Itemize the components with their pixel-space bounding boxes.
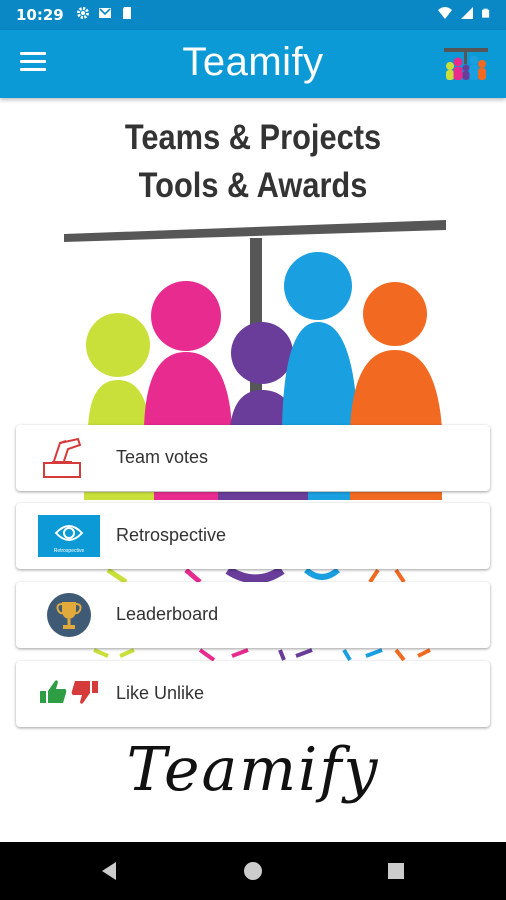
gear-icon <box>77 7 89 19</box>
retrospective-eye-icon: Retrospective <box>38 515 100 557</box>
battery-icon <box>482 8 490 18</box>
app-bar: Teamify <box>0 30 506 98</box>
status-icons-right <box>438 6 492 20</box>
teamify-logo-icon[interactable] <box>444 46 488 82</box>
trophy-icon <box>47 593 91 637</box>
menu-item-label: Leaderboard <box>116 604 219 624</box>
menu-item-label: Retrospective <box>116 525 227 545</box>
ballot-vote-icon <box>43 437 82 478</box>
menu-item-retrospective[interactable]: Retrospective Retrospective <box>16 503 490 569</box>
signal-icon <box>461 7 473 19</box>
nav-bar <box>0 842 506 900</box>
menu-item-like-unlike[interactable]: Like Unlike <box>16 661 490 727</box>
gmail-icon <box>99 8 111 18</box>
home-icon[interactable] <box>241 859 265 883</box>
menu-item-label: Team votes <box>116 447 209 467</box>
sd-card-icon <box>123 7 131 19</box>
status-icons-left <box>76 6 134 20</box>
menu-item-label: Like Unlike <box>116 683 205 703</box>
retrospective-icon-text: Retrospective <box>54 548 85 554</box>
back-icon[interactable] <box>98 859 122 883</box>
menu-item-team-votes[interactable]: Team votes <box>16 425 490 491</box>
app-title: Teamify <box>182 40 324 84</box>
wifi-icon <box>438 7 452 19</box>
recents-icon[interactable] <box>384 859 408 883</box>
headline-line2: Tools & Awards <box>138 166 368 205</box>
headline-line1: Teams & Projects <box>124 118 382 157</box>
footer-wordmark: Teamify <box>126 735 380 805</box>
status-time: 10:29 <box>16 6 64 24</box>
status-bar: 10:29 <box>0 0 506 30</box>
thumbs-up-down-icon <box>40 680 98 704</box>
headline: Teams & Projects Tools & Awards <box>30 114 475 210</box>
menu-item-leaderboard[interactable]: Leaderboard <box>16 582 490 648</box>
